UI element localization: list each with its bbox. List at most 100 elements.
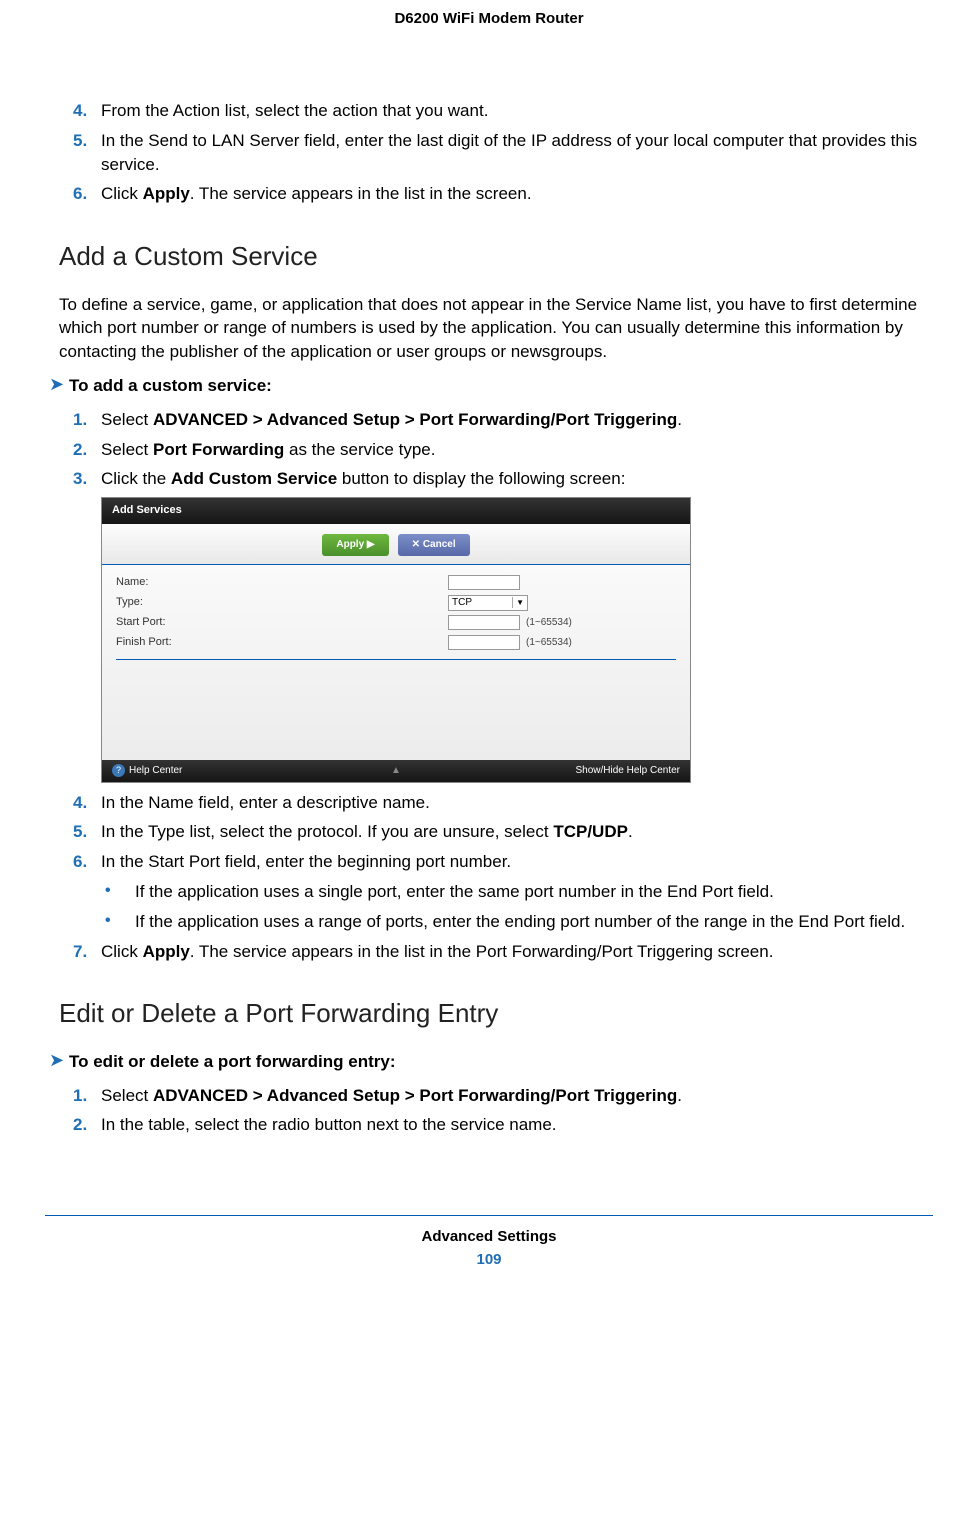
step-5c: 5. In the Type list, select the protocol… — [73, 820, 933, 844]
step-text: In the Send to LAN Server field, enter t… — [101, 129, 933, 177]
step-number: 4. — [73, 99, 101, 123]
text-post: button to display the following screen: — [337, 469, 625, 488]
text-pre: Select — [101, 1086, 153, 1105]
help-center-label: Help Center — [129, 765, 182, 776]
text-bold: Apply — [143, 942, 190, 961]
step-number: 6. — [73, 850, 101, 874]
bullet-text: If the application uses a range of ports… — [135, 910, 933, 934]
type-select[interactable]: TCP ▼ — [448, 595, 528, 611]
step-5a: 5. In the Send to LAN Server field, ente… — [73, 129, 933, 177]
divider — [116, 659, 676, 660]
apply-button[interactable]: Apply ▶ — [322, 534, 388, 556]
step-text: Select ADVANCED > Advanced Setup > Port … — [101, 1084, 933, 1108]
text-bold: Apply — [143, 184, 190, 203]
show-hide-help-link[interactable]: Show/Hide Help Center — [576, 764, 681, 778]
page-number: 109 — [0, 1249, 978, 1270]
footer-section-title: Advanced Settings — [0, 1226, 978, 1247]
help-center-link[interactable]: ? Help Center — [112, 764, 182, 778]
type-label: Type: — [116, 595, 448, 610]
form-body: Name: Type: TCP ▼ Start Port: (1~65534) … — [102, 565, 690, 760]
step-6a: 6. Click Apply. The service appears in t… — [73, 182, 933, 206]
text-bold: Port Forwarding — [153, 440, 284, 459]
heading-add-custom-service: Add a Custom Service — [59, 238, 933, 274]
step-number: 5. — [73, 129, 101, 177]
arrow-icon: ➤ — [45, 1050, 69, 1072]
step-text: In the Type list, select the protocol. I… — [101, 820, 933, 844]
step-number: 1. — [73, 408, 101, 432]
text-post: as the service type. — [284, 440, 435, 459]
finish-port-input[interactable] — [448, 635, 520, 650]
step-number: 2. — [73, 1113, 101, 1137]
step-number: 7. — [73, 940, 101, 964]
finish-port-hint: (1~65534) — [526, 636, 572, 650]
text-pre: Click — [101, 942, 143, 961]
chevron-down-icon: ▼ — [512, 597, 524, 608]
button-bar: Apply ▶ ✕ Cancel — [102, 524, 690, 565]
add-services-dialog: Add Services Apply ▶ ✕ Cancel Name: Type… — [101, 497, 691, 782]
cancel-button[interactable]: ✕ Cancel — [398, 534, 470, 556]
text-pre: Click the — [101, 469, 171, 488]
step-text: Click the Add Custom Service button to d… — [101, 467, 933, 491]
step-1b: 1. Select ADVANCED > Advanced Setup > Po… — [73, 408, 933, 432]
name-label: Name: — [116, 575, 448, 590]
text-pre: In the Type list, select the protocol. I… — [101, 822, 553, 841]
step-4c: 4. In the Name field, enter a descriptiv… — [73, 791, 933, 815]
text-bold: ADVANCED > Advanced Setup > Port Forward… — [153, 410, 677, 429]
start-port-label: Start Port: — [116, 615, 448, 630]
doc-title: D6200 WiFi Modem Router — [0, 0, 978, 99]
step-number: 1. — [73, 1084, 101, 1108]
footer-divider — [45, 1215, 933, 1216]
step-2d: 2. In the table, select the radio button… — [73, 1113, 933, 1137]
step-text: From the Action list, select the action … — [101, 99, 933, 123]
name-input[interactable] — [448, 575, 520, 590]
bullet-text: If the application uses a single port, e… — [135, 880, 933, 904]
help-icon: ? — [112, 764, 125, 777]
heading-edit-delete: Edit or Delete a Port Forwarding Entry — [59, 995, 933, 1031]
step-text: Select ADVANCED > Advanced Setup > Port … — [101, 408, 933, 432]
type-value: TCP — [452, 596, 472, 610]
text-post: . The service appears in the list in the… — [190, 942, 774, 961]
step-text: Select Port Forwarding as the service ty… — [101, 438, 933, 462]
procedure-title: To add a custom service: — [69, 374, 272, 398]
finish-port-label: Finish Port: — [116, 635, 448, 650]
step-1d: 1. Select ADVANCED > Advanced Setup > Po… — [73, 1084, 933, 1108]
text-bold: Add Custom Service — [171, 469, 337, 488]
start-port-input[interactable] — [448, 615, 520, 630]
step-4a: 4. From the Action list, select the acti… — [73, 99, 933, 123]
text-pre: Select — [101, 410, 153, 429]
dialog-title: Add Services — [102, 498, 690, 523]
procedure-title: To edit or delete a port forwarding entr… — [69, 1050, 396, 1074]
step-6c: 6. In the Start Port field, enter the be… — [73, 850, 933, 874]
step-text: Click Apply. The service appears in the … — [101, 182, 933, 206]
text-post: . The service appears in the list in the… — [190, 184, 532, 203]
expand-up-icon[interactable]: ▲ — [391, 764, 401, 778]
step-text: In the Start Port field, enter the begin… — [101, 850, 933, 874]
text-post: . — [628, 822, 633, 841]
step-text: In the Name field, enter a descriptive n… — [101, 791, 933, 815]
text-pre: Click — [101, 184, 143, 203]
step-number: 6. — [73, 182, 101, 206]
step-number: 3. — [73, 467, 101, 491]
text-pre: Select — [101, 440, 153, 459]
page-footer: Advanced Settings 109 — [0, 1209, 978, 1270]
start-port-hint: (1~65534) — [526, 616, 572, 630]
procedure-heading: ➤ To add a custom service: — [45, 374, 933, 398]
step-number: 5. — [73, 820, 101, 844]
text-post: . — [677, 1086, 682, 1105]
text-post: . — [677, 410, 682, 429]
text-bold: TCP/UDP — [553, 822, 628, 841]
bullet-icon: • — [105, 910, 135, 934]
arrow-icon: ➤ — [45, 374, 69, 396]
bullet-icon: • — [105, 880, 135, 904]
bullet-1: • If the application uses a single port,… — [105, 880, 933, 904]
step-text: In the table, select the radio button ne… — [101, 1113, 933, 1137]
step-number: 4. — [73, 791, 101, 815]
step-2b: 2. Select Port Forwarding as the service… — [73, 438, 933, 462]
bullet-2: • If the application uses a range of por… — [105, 910, 933, 934]
procedure-heading-2: ➤ To edit or delete a port forwarding en… — [45, 1050, 933, 1074]
dialog-footer: ? Help Center ▲ Show/Hide Help Center — [102, 760, 690, 782]
step-number: 2. — [73, 438, 101, 462]
text-bold: ADVANCED > Advanced Setup > Port Forward… — [153, 1086, 677, 1105]
step-3b: 3. Click the Add Custom Service button t… — [73, 467, 933, 491]
step-7c: 7. Click Apply. The service appears in t… — [73, 940, 933, 964]
